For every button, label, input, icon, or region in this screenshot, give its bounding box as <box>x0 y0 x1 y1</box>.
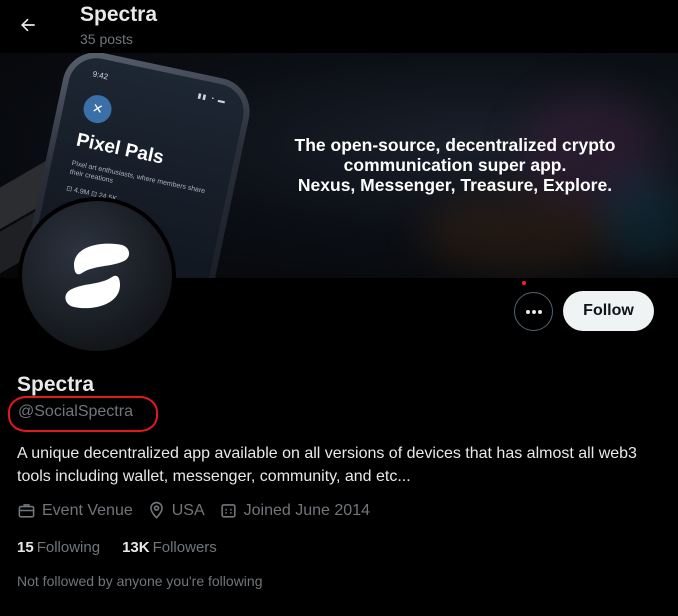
following-label: Following <box>36 539 101 556</box>
following-link[interactable]: 15 Following <box>17 539 100 556</box>
mutual-followers-text: Not followed by anyone you're following <box>17 573 263 589</box>
phone-time: 9:42 <box>91 69 109 82</box>
banner-tagline: The open-source, decentralized crypto co… <box>270 135 640 195</box>
profile-bio: A unique decentralized app available on … <box>17 445 637 485</box>
x-logo-icon: ✕ <box>80 92 115 126</box>
back-button[interactable] <box>10 7 46 43</box>
follow-button[interactable]: Follow <box>563 291 654 331</box>
briefcase-icon <box>18 504 35 518</box>
joined-text: Joined June 2014 <box>243 501 370 519</box>
header-profile-name: Spectra <box>80 3 158 26</box>
followers-label: Followers <box>152 539 217 556</box>
avatar[interactable] <box>18 197 176 355</box>
profile-location: USA <box>147 501 205 520</box>
header-post-count: 35 posts <box>80 31 133 47</box>
back-arrow-icon <box>21 18 35 32</box>
followers-link[interactable]: 13K Followers <box>122 539 217 556</box>
more-options-button[interactable] <box>514 292 553 331</box>
spectra-logo-icon <box>65 243 130 309</box>
category-text: Event Venue <box>42 501 133 519</box>
annotation-circle <box>8 396 158 432</box>
banner-line-2: communication super app. <box>343 155 567 175</box>
follow-stats: 15 Following 13K Followers <box>17 539 239 556</box>
following-count: 15 <box>17 539 34 556</box>
location-text: USA <box>171 501 205 519</box>
calendar-icon <box>221 504 236 518</box>
profile-category: Event Venue <box>17 501 133 520</box>
profile-display-name: Spectra <box>17 373 95 396</box>
followers-count: 13K <box>122 539 150 556</box>
banner-line-1: The open-source, decentralized crypto <box>294 135 616 155</box>
location-pin-icon <box>149 501 163 519</box>
profile-joined: Joined June 2014 <box>219 501 370 520</box>
notification-dot <box>522 281 526 285</box>
phone-status-icons: ▮▮ ◔ ▬ <box>196 92 227 106</box>
profile-meta: Event Venue USA Joined June 2014 <box>17 501 384 520</box>
more-dots-icon <box>525 309 542 314</box>
banner-line-3: Nexus, Messenger, Treasure, Explore. <box>297 175 613 195</box>
top-bar: Spectra 35 posts <box>0 0 678 53</box>
